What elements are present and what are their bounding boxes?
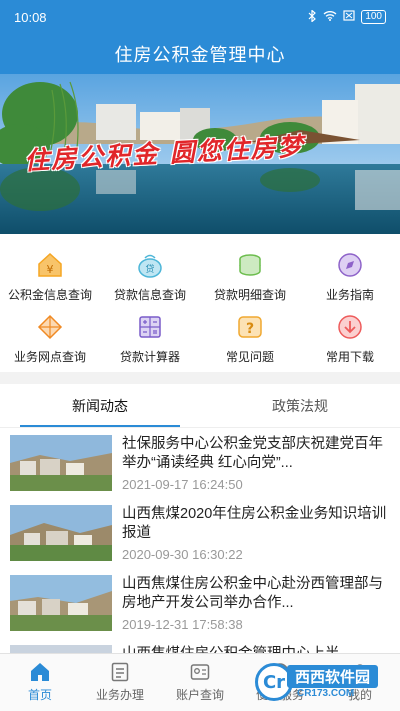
- grid-item-loan-info[interactable]: 贷 贷款信息查询: [100, 250, 200, 312]
- grid-label: 业务指南: [325, 288, 374, 302]
- watermark-brand: 西西软件园: [286, 665, 378, 688]
- news-title: 山西焦煤2020年住房公积金业务知识培训报道: [122, 506, 387, 541]
- account-icon: [190, 662, 210, 682]
- quick-function-grid: ¥ 公积金信息查询 贷 贷款信息查询 贷款明细查询 业务指南 业务网点查询 贷款…: [0, 234, 400, 372]
- news-title: 社保服务中心公积金党支部庆祝建党百年 举办“诵读经典 红心向党”...: [122, 436, 383, 471]
- bluetooth-icon: [308, 8, 317, 25]
- sim-icon: [343, 10, 355, 24]
- grid-item-branch-query[interactable]: 业务网点查询: [0, 312, 100, 374]
- tab-policy[interactable]: 政策法规: [200, 384, 400, 427]
- loan-bag-icon: 贷: [135, 250, 165, 280]
- money-stack-icon: [235, 250, 265, 280]
- home-icon: [29, 662, 51, 682]
- watermark: Cr 西西软件园 CR173.COM: [254, 663, 378, 701]
- download-icon: [335, 312, 365, 342]
- wifi-icon: [323, 10, 337, 24]
- news-item[interactable]: 山西焦煤2020年住房公积金业务知识培训报道 2020-09-30 16:30:…: [0, 498, 400, 568]
- status-bar: 10:08 100: [0, 0, 400, 34]
- news-time: 2021-09-17 16:24:50: [122, 477, 243, 492]
- nav-label: 业务办理: [95, 688, 144, 702]
- svg-text:?: ?: [246, 321, 254, 337]
- app-screen: 10:08 100 住房公积金管理中心 住房公积金 圆您住房梦 ¥ 公积金信息查…: [0, 0, 400, 711]
- grid-label: 常用下载: [325, 350, 374, 364]
- banner-carousel[interactable]: 住房公积金 圆您住房梦: [0, 74, 400, 234]
- page-title: 住房公积金管理中心: [114, 45, 286, 65]
- grid-item-loan-calculator[interactable]: 贷款计算器: [100, 312, 200, 374]
- news-list: 社保服务中心公积金党支部庆祝建党百年 举办“诵读经典 红心向党”... 2021…: [0, 428, 400, 664]
- grid-label: 贷款计算器: [119, 350, 180, 364]
- grid-item-downloads[interactable]: 常用下载: [300, 312, 400, 374]
- news-item[interactable]: 山西焦煤住房公积金中心赴汾西管理部与房地产开发公司举办合作... 2019-12…: [0, 568, 400, 638]
- status-time: 10:08: [14, 9, 47, 25]
- nav-label: 首页: [27, 688, 52, 702]
- document-icon: [111, 662, 129, 682]
- grid-label: 公积金信息查询: [7, 288, 92, 302]
- news-tabs: 新闻动态 政策法规: [0, 384, 400, 428]
- grid-label: 贷款明细查询: [213, 288, 286, 302]
- grid-item-business-guide[interactable]: 业务指南: [300, 250, 400, 312]
- nav-business[interactable]: 业务办理: [80, 654, 160, 711]
- nav-account[interactable]: 账户查询: [160, 654, 240, 711]
- compass-icon: [335, 250, 365, 280]
- news-time: 2019-12-31 17:58:38: [122, 617, 243, 632]
- news-item[interactable]: 社保服务中心公积金党支部庆祝建党百年 举办“诵读经典 红心向党”... 2021…: [0, 428, 400, 498]
- news-thumbnail: [10, 575, 112, 631]
- grid-item-faq[interactable]: ? 常见问题: [200, 312, 300, 374]
- grid-label: 业务网点查询: [13, 350, 86, 364]
- grid-item-fund-info[interactable]: ¥ 公积金信息查询: [0, 250, 100, 312]
- battery-icon: 100: [361, 10, 386, 24]
- news-time: 2020-09-30 16:30:22: [122, 547, 243, 562]
- yuan-house-icon: ¥: [35, 250, 65, 280]
- svg-text:贷: 贷: [145, 263, 154, 275]
- question-icon: ?: [235, 312, 265, 342]
- grid-label: 贷款信息查询: [113, 288, 186, 302]
- grid-item-loan-details[interactable]: 贷款明细查询: [200, 250, 300, 312]
- status-icons: 100: [308, 8, 386, 25]
- news-thumbnail: [10, 435, 112, 491]
- nav-label: 账户查询: [175, 688, 224, 702]
- svg-text:¥: ¥: [47, 263, 54, 276]
- nav-home[interactable]: 首页: [0, 654, 80, 711]
- calculator-icon: [135, 312, 165, 342]
- news-title: 山西焦煤住房公积金中心赴汾西管理部与房地产开发公司举办合作...: [122, 576, 383, 611]
- network-icon: [35, 312, 65, 342]
- tab-news[interactable]: 新闻动态: [0, 384, 200, 427]
- watermark-site: CR173.COM: [296, 688, 355, 699]
- news-thumbnail: [10, 505, 112, 561]
- grid-label: 常见问题: [225, 350, 274, 364]
- app-header: 住房公积金管理中心: [0, 34, 400, 74]
